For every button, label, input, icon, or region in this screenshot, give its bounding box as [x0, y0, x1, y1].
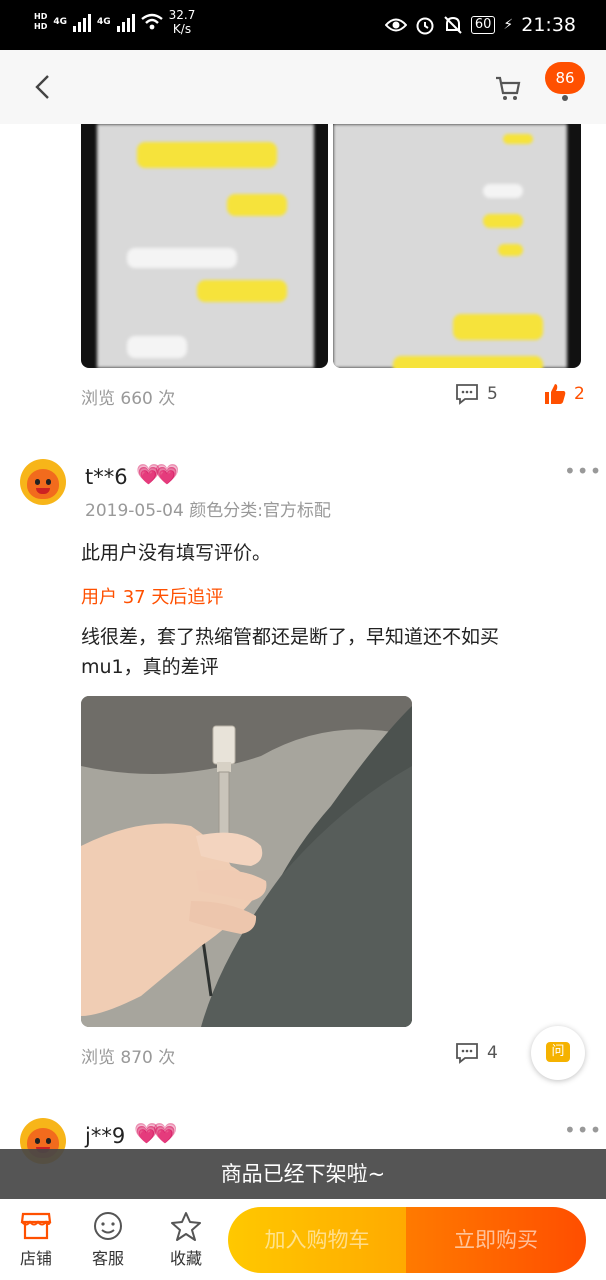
followup-text: 线很差，套了热缩管都还是断了，早知道还不如买mu1，真的差评	[81, 626, 500, 678]
avatar[interactable]	[20, 459, 66, 505]
buyer-level-hearts-icon-2: 💗💗	[134, 1121, 178, 1145]
cart-icon[interactable]	[494, 74, 522, 102]
clock: 21:38	[521, 14, 576, 36]
status-right: 60 ⚡ 21:38	[384, 14, 576, 36]
alarm-icon	[416, 17, 434, 35]
review-date-variant: 2019-05-04 颜色分类:官方标配	[85, 501, 331, 521]
add-to-cart-button[interactable]: 加入购物车	[228, 1207, 406, 1273]
review-text: 此用户没有填写评价。	[81, 542, 272, 564]
store-icon	[20, 1212, 52, 1240]
buy-now-button[interactable]: 立即购买	[406, 1207, 586, 1273]
review-username-2: j**9	[85, 1124, 126, 1148]
buyer-level-hearts-icon: 💗💗	[136, 462, 180, 486]
comment-icon[interactable]	[455, 383, 479, 405]
review-image-chat-2[interactable]	[333, 124, 581, 368]
star-icon	[171, 1212, 201, 1241]
views-count: 浏览 660 次	[81, 389, 176, 409]
network-label-a: 4G	[53, 17, 67, 27]
review-image-chat-1[interactable]	[81, 124, 328, 368]
comment-count: 5	[487, 384, 498, 404]
comment-icon-2[interactable]	[455, 1042, 479, 1064]
speed-value: 32.7	[168, 8, 196, 22]
more-options-icon-2[interactable]: •••	[564, 1118, 602, 1142]
comment-count-2: 4	[487, 1043, 498, 1063]
eye-icon	[384, 18, 407, 32]
ask-question-button[interactable]: 问	[531, 1026, 585, 1080]
favorite-tab[interactable]: 收藏	[156, 1211, 216, 1269]
mute-bell-icon	[444, 16, 462, 34]
message-badge[interactable]: 86	[545, 62, 585, 94]
service-tab[interactable]: 客服	[78, 1211, 138, 1269]
customer-service-icon	[94, 1212, 122, 1240]
bottom-action-bar: 店铺 客服 收藏 加入购物车 立即购买	[0, 1199, 606, 1280]
review-photo[interactable]	[81, 696, 412, 1027]
signal-icon	[73, 12, 91, 32]
back-arrow-icon[interactable]	[30, 72, 54, 102]
store-label: 店铺	[19, 1249, 52, 1268]
speed-unit: K/s	[172, 22, 192, 36]
network-label-b: 4G	[97, 17, 111, 27]
chat-screenshot	[97, 124, 314, 368]
offline-toast: 商品已经下架啦~	[0, 1149, 606, 1199]
wifi-icon	[140, 13, 163, 30]
favorite-label: 收藏	[169, 1249, 202, 1268]
battery-level: 60	[470, 16, 496, 34]
review-username: t**6	[85, 465, 128, 489]
signal-icon-2	[116, 12, 135, 32]
store-tab[interactable]: 店铺	[6, 1211, 66, 1269]
cable-photo-illustration	[81, 696, 412, 1027]
status-left: HD HD 4G 4G 32.7 K/s	[34, 8, 195, 36]
chat-screenshot-2	[333, 124, 567, 368]
views-count-2: 浏览 870 次	[81, 1048, 176, 1068]
service-label: 客服	[91, 1249, 124, 1268]
ask-icon: 问	[546, 1042, 570, 1062]
more-dot[interactable]	[562, 95, 568, 101]
thumbs-up-icon[interactable]	[543, 382, 567, 406]
charging-icon: ⚡	[503, 17, 514, 33]
hd-indicator: HD HD	[34, 12, 48, 31]
network-speed: 32.7 K/s	[169, 8, 196, 36]
status-bar: HD HD 4G 4G 32.7 K/s 60 ⚡ 21:38	[0, 0, 606, 50]
followup-label: 用户 37 天后追评	[81, 587, 224, 608]
more-options-icon[interactable]: •••	[564, 459, 602, 483]
like-count: 2	[574, 384, 585, 404]
